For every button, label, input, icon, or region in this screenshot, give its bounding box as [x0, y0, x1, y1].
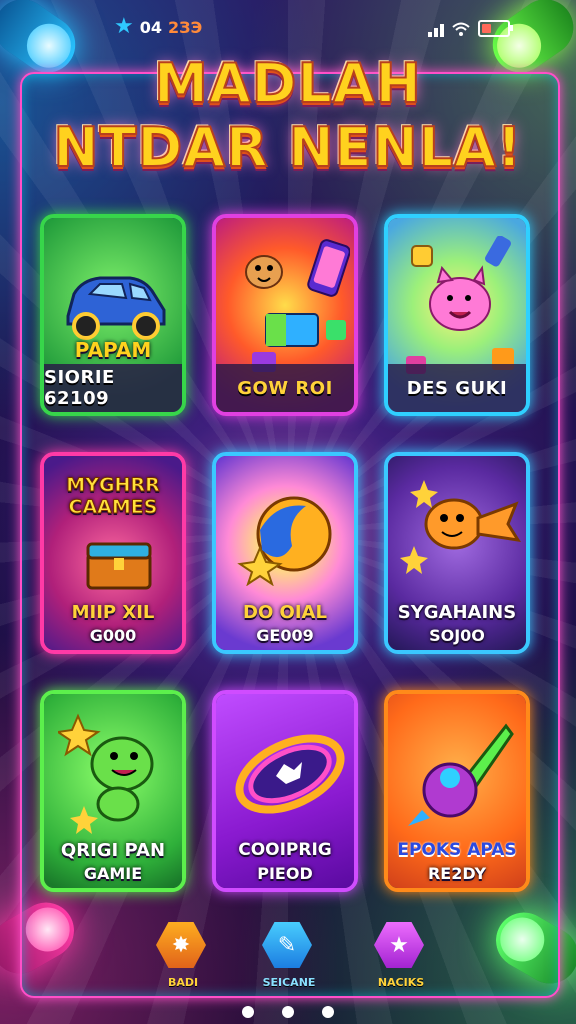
card-art-text: MYGHRR CAAMES: [66, 474, 160, 519]
game-card-3[interactable]: DES GUKI: [384, 214, 530, 416]
game-card-5[interactable]: DO OIAL GE009: [212, 452, 358, 654]
status-bar: ★ 04 2ЗЭ: [114, 16, 202, 38]
page-dot[interactable]: [322, 1006, 334, 1018]
dragon-icon: [58, 713, 154, 834]
card-label-line1: COOIPRIG: [238, 840, 332, 860]
card-label-line1: SYGAHAINS: [397, 602, 517, 623]
page-indicator[interactable]: [242, 1006, 334, 1018]
rocket-icon: [408, 723, 514, 826]
card-label-line2: GAMIE: [83, 864, 143, 883]
card-label: SIORIE 62109: [44, 364, 182, 412]
wifi-icon: [452, 22, 470, 36]
star-icon: ★: [374, 922, 424, 968]
signal-icon: [428, 21, 444, 37]
star-burst-icon: ✸: [156, 922, 206, 968]
nav-label-naciks: NACIKS: [377, 976, 425, 989]
car-icon: [66, 276, 166, 340]
planet-icon: [237, 496, 332, 586]
fish-icon: [400, 480, 521, 574]
game-card-9[interactable]: EPOKS APAS RE2DY: [384, 690, 530, 892]
nav-label-seicane: SEICANE: [262, 976, 316, 989]
card-label-line2: SOJ0O: [429, 626, 485, 645]
card-label-line2: GE009: [256, 626, 314, 645]
card-label-line2: G000: [89, 626, 137, 645]
game-card-2[interactable]: GOW ROI: [212, 214, 358, 416]
nav-button-seicane[interactable]: ✎: [262, 920, 316, 974]
treasure-chest-icon: [86, 542, 152, 590]
nav-label-badi: BADI: [167, 976, 199, 989]
card-label-line1: MIIP XIL: [71, 602, 155, 623]
game-title-line2: NTDAR NENLA!: [52, 115, 523, 180]
game-title-line1: MADLAH: [153, 51, 422, 116]
card-label-line2: RE2DY: [427, 864, 487, 883]
game-card-7[interactable]: QRIGI PAN GAMIE: [40, 690, 186, 892]
status-value: 2ЗЭ: [168, 17, 203, 37]
card-art-text: PAPAM: [74, 338, 152, 362]
portal-icon: [235, 734, 345, 814]
card-label: GOW ROI: [216, 364, 354, 412]
card-label-line1: EPOKS APAS: [397, 840, 517, 860]
game-card-8[interactable]: COOIPRIG PIEOD: [212, 690, 358, 892]
system-icons: [428, 20, 513, 37]
battery-icon: [478, 20, 513, 37]
game-card-4[interactable]: MYGHRR CAAMES MIIP XIL G000: [40, 452, 186, 654]
card-label-line1: DO OIAL: [243, 602, 327, 623]
nav-button-naciks[interactable]: ★: [374, 920, 428, 974]
star-icon: ★: [114, 14, 134, 39]
pencil-icon: ✎: [262, 922, 312, 968]
pig-icon: [406, 236, 514, 374]
page-dot[interactable]: [242, 1006, 254, 1018]
game-card-6[interactable]: SYGAHAINS SOJ0O: [384, 452, 530, 654]
nav-button-badi[interactable]: ✸: [156, 920, 210, 974]
card-label: DES GUKI: [388, 364, 526, 412]
page-dot[interactable]: [282, 1006, 294, 1018]
card-label-line1: QRIGI PAN: [60, 840, 166, 861]
card-label-line2: PIEOD: [257, 864, 313, 883]
monster-icon: [245, 239, 350, 372]
game-card-1[interactable]: PAPAM SIORIE 62109: [40, 214, 186, 416]
status-time: 04: [139, 17, 162, 37]
